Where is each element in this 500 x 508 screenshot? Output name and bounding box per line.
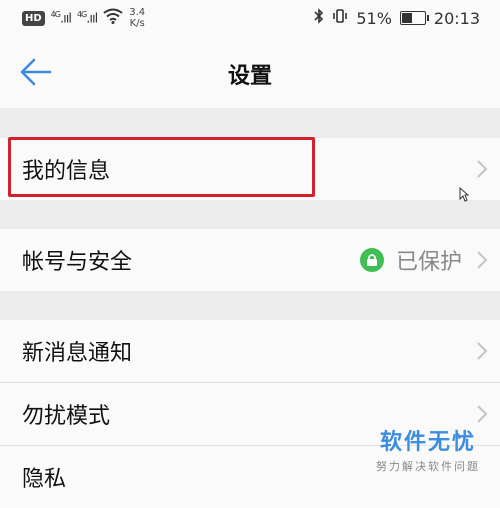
- status-bar: HD 4G.ııl 4G.ııl 3.4 K/s 51% 20:13: [0, 0, 500, 36]
- app-header: 设置: [0, 36, 500, 108]
- watermark-sub: 努力解决软件问题: [376, 460, 480, 473]
- chevron-right-icon: [477, 160, 488, 178]
- battery-fill: [401, 13, 413, 23]
- list-item-label: 勿扰模式: [22, 404, 111, 429]
- lock-icon: [359, 248, 384, 272]
- chevron-right-icon: [477, 342, 488, 360]
- mouse-cursor-icon: [459, 187, 469, 202]
- bluetooth-icon: [314, 8, 324, 28]
- status-right: 51% 20:13: [314, 8, 480, 28]
- cellular-signal-icon-2: 4G.ııl: [76, 9, 98, 27]
- wifi-icon: [103, 8, 123, 28]
- vibrate-icon: [332, 8, 348, 28]
- battery-icon: [399, 11, 429, 25]
- speed-unit: K/s: [129, 18, 145, 29]
- hd-badge: HD: [22, 10, 45, 26]
- battery-percent: 51%: [356, 8, 392, 28]
- list-item-label: 帐号与安全: [22, 250, 133, 275]
- list-item-account-security[interactable]: 帐号与安全 已保护: [0, 229, 500, 291]
- watermark-brand: 软件无忧: [379, 430, 476, 455]
- cellular-signal-icon: 4G.ııl: [50, 9, 72, 27]
- chevron-right-icon: [477, 251, 488, 269]
- network-speed: 3.4 K/s: [129, 7, 145, 29]
- account-status-text: 已保护: [395, 250, 462, 275]
- chevron-right-icon: [477, 405, 488, 423]
- account-status: 已保护: [359, 244, 462, 276]
- list-item-label: 隐私: [22, 467, 67, 492]
- status-left: HD 4G.ııl 4G.ııl 3.4 K/s: [22, 7, 145, 29]
- list-item-notifications[interactable]: 新消息通知: [0, 320, 500, 382]
- speed-value: 3.4: [129, 7, 146, 18]
- highlight-box: [8, 137, 315, 197]
- list-item-label: 新消息通知: [22, 341, 133, 366]
- page-title: 设置: [227, 64, 272, 89]
- clock: 20:13: [433, 8, 480, 28]
- watermark: 软件无忧 努力解决软件问题: [376, 424, 480, 474]
